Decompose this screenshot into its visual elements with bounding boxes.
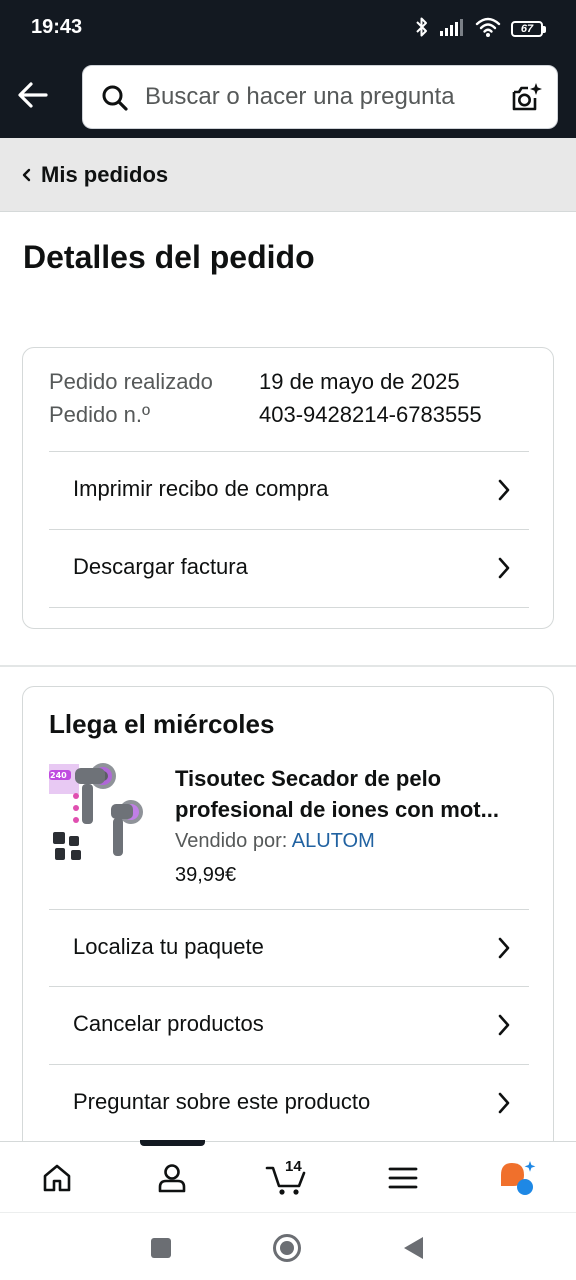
product-image[interactable]: 240 bbox=[49, 762, 149, 866]
home-button[interactable] bbox=[272, 1233, 302, 1263]
section-divider bbox=[0, 665, 576, 667]
ask-about-product-link[interactable]: Preguntar sobre este producto bbox=[49, 1065, 529, 1141]
ask-about-product-label: Preguntar sobre este producto bbox=[73, 1089, 371, 1114]
search-bar[interactable] bbox=[82, 65, 558, 129]
bluetooth-icon bbox=[415, 16, 429, 43]
cart-count: 14 bbox=[285, 1158, 302, 1175]
product-price: 39,99€ bbox=[175, 864, 237, 886]
back-arrow-icon[interactable] bbox=[16, 78, 50, 112]
sold-by-label: Vendido por: bbox=[175, 830, 288, 852]
status-time: 19:43 bbox=[31, 16, 83, 38]
delivery-heading: Llega el miércoles bbox=[49, 709, 275, 739]
battery-icon: 67 bbox=[511, 21, 546, 37]
print-receipt-link[interactable]: Imprimir recibo de compra bbox=[49, 452, 529, 528]
signal-icon bbox=[439, 17, 465, 42]
seller-line: Vendido por: ALUTOM bbox=[175, 830, 375, 853]
chevron-right-icon bbox=[497, 1091, 511, 1115]
product-title-line-2: profesional de iones con mot... bbox=[175, 797, 499, 822]
order-date-row: Pedido realizado 19 de mayo de 2025 bbox=[49, 369, 529, 397]
chevron-right-icon bbox=[497, 1013, 511, 1037]
order-number-row: Pedido n.º 403-9428214-6783555 bbox=[49, 402, 529, 430]
product-title-link[interactable]: Tisoutec Secador de pelo profesional de … bbox=[175, 763, 535, 825]
order-number-label: Pedido n.º bbox=[49, 402, 150, 427]
order-info-card: Pedido realizado 19 de mayo de 2025 Pedi… bbox=[22, 347, 554, 629]
app-header bbox=[0, 58, 576, 138]
camera-search-icon[interactable] bbox=[509, 81, 543, 115]
home-icon[interactable] bbox=[27, 1156, 87, 1200]
menu-icon[interactable] bbox=[373, 1156, 433, 1200]
order-date-label: Pedido realizado bbox=[49, 369, 213, 394]
page-title: Detalles del pedido bbox=[23, 239, 315, 275]
delivery-card: Llega el miércoles 240 Tisoutec Secador … bbox=[22, 686, 554, 1156]
bottom-nav: 14 bbox=[0, 1140, 576, 1212]
download-invoice-link[interactable]: Descargar factura bbox=[49, 530, 529, 606]
svg-text:240: 240 bbox=[50, 771, 67, 780]
track-package-link[interactable]: Localiza tu paquete bbox=[49, 910, 529, 986]
account-icon[interactable] bbox=[142, 1156, 202, 1200]
cancel-items-link[interactable]: Cancelar productos bbox=[49, 987, 529, 1063]
rufus-ai-icon[interactable] bbox=[488, 1156, 548, 1200]
status-bar: 19:43 67 bbox=[0, 0, 576, 58]
product-title-line-1: Tisoutec Secador de pelo bbox=[175, 766, 442, 791]
print-receipt-label: Imprimir recibo de compra bbox=[73, 476, 329, 501]
active-tab-indicator bbox=[140, 1140, 205, 1146]
chevron-right-icon bbox=[497, 556, 511, 580]
back-button[interactable] bbox=[398, 1233, 428, 1263]
download-invoice-label: Descargar factura bbox=[73, 554, 248, 579]
status-icons: 67 bbox=[415, 16, 546, 42]
recents-button[interactable] bbox=[146, 1233, 176, 1263]
breadcrumb[interactable]: Mis pedidos bbox=[0, 138, 576, 212]
search-input[interactable] bbox=[145, 66, 485, 128]
chevron-right-icon bbox=[497, 478, 511, 502]
cart-icon[interactable]: 14 bbox=[256, 1156, 316, 1200]
chevron-right-icon bbox=[497, 936, 511, 960]
track-package-label: Localiza tu paquete bbox=[73, 934, 264, 959]
search-icon bbox=[101, 84, 129, 112]
order-date-value: 19 de mayo de 2025 bbox=[259, 369, 460, 394]
chevron-left-icon bbox=[20, 167, 34, 183]
seller-link[interactable]: ALUTOM bbox=[292, 830, 375, 852]
order-number-value: 403-9428214-6783555 bbox=[259, 402, 482, 427]
cancel-items-label: Cancelar productos bbox=[73, 1011, 264, 1036]
divider bbox=[49, 607, 529, 608]
wifi-icon bbox=[475, 16, 501, 43]
system-nav-bar bbox=[0, 1212, 576, 1280]
breadcrumb-label: Mis pedidos bbox=[41, 162, 169, 187]
battery-level: 67 bbox=[511, 21, 543, 37]
